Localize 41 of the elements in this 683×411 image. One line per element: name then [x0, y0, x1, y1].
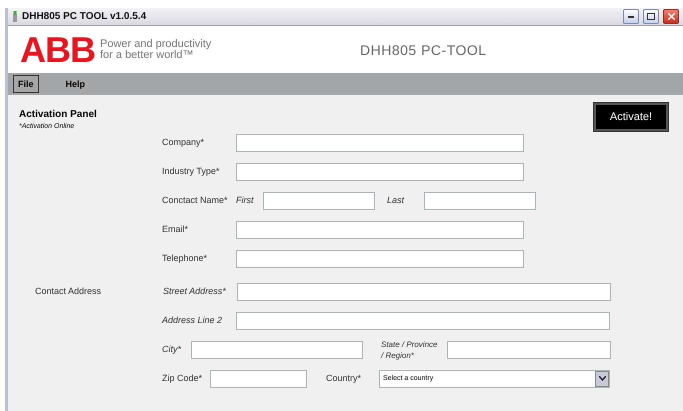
input-field[interactable] — [447, 340, 611, 358]
input-field[interactable] — [236, 250, 524, 268]
field-label: Telephone* — [162, 253, 208, 264]
menu-item[interactable]: Help — [60, 75, 90, 93]
input-field[interactable] — [210, 370, 307, 388]
field-label: Country* — [325, 373, 362, 384]
close-button[interactable] — [663, 9, 679, 24]
maximize-button[interactable] — [643, 9, 659, 24]
app-icon — [12, 11, 18, 22]
field-label: Industry Type* — [162, 166, 220, 177]
field-label: Address Line 2 — [162, 315, 224, 326]
caret-icon — [598, 376, 606, 381]
activate-button[interactable]: Activate! — [594, 103, 668, 131]
field-label: Last — [386, 195, 406, 206]
window-title: DHH805 PC TOOL v1.0.5.4 — [22, 11, 148, 22]
input-field[interactable] — [263, 192, 375, 210]
section-label: Contact Address — [34, 286, 102, 297]
field-label: Email* — [162, 224, 190, 235]
field-label: First — [236, 195, 255, 206]
input-field[interactable] — [236, 134, 524, 152]
field-label: City* — [162, 344, 182, 355]
minimize-button[interactable] — [623, 9, 639, 24]
tagline: Power and productivity for a better world™ — [100, 38, 212, 60]
menu-item[interactable]: File — [13, 75, 39, 93]
field-label: Conctact Name* — [162, 195, 229, 206]
minimize-icon — [628, 16, 634, 18]
input-field[interactable] — [236, 312, 610, 330]
maximize-icon — [647, 13, 655, 20]
logo: ABB — [20, 32, 96, 68]
field-label: State / Province / Region* — [380, 338, 438, 360]
app-title: DHH805 PC-TOOL — [360, 42, 487, 58]
input-field[interactable] — [191, 340, 363, 358]
input-field[interactable] — [236, 162, 524, 180]
field-label: Zip Code* — [162, 373, 204, 384]
input-field[interactable] — [424, 192, 536, 210]
panel-title: Activation Panel — [19, 109, 97, 120]
input-field[interactable] — [236, 220, 524, 238]
input-field[interactable] — [237, 282, 611, 300]
field-label: Street Address* — [163, 286, 227, 297]
field-label: Company* — [162, 137, 206, 148]
close-icon — [668, 13, 674, 20]
